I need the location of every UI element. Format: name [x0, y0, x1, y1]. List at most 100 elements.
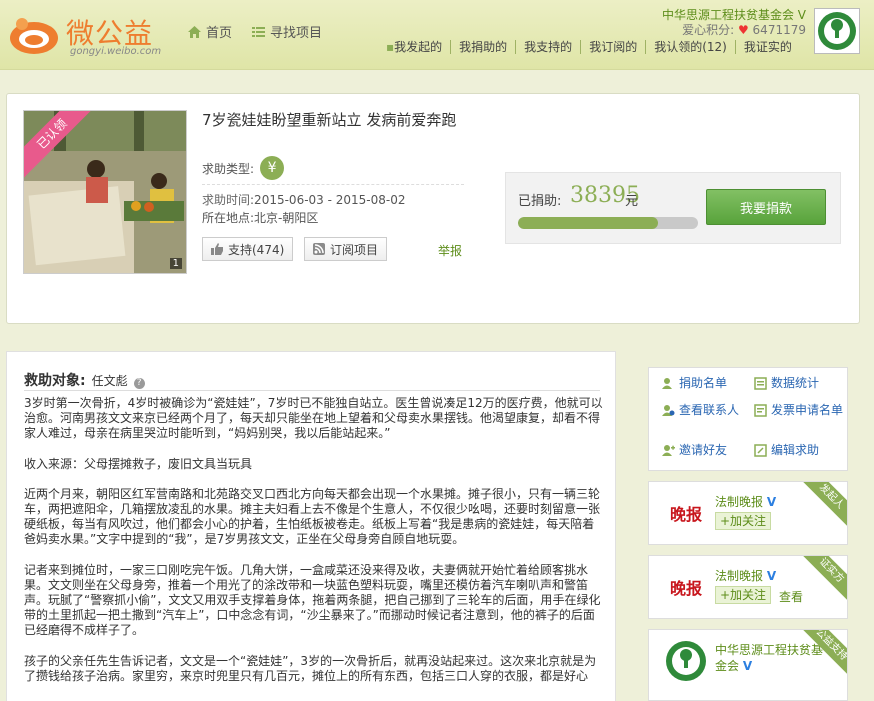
raised-unit: 元 [625, 194, 639, 209]
donate-button[interactable]: 我要捐款 [706, 189, 826, 225]
sidebar-item-label: 捐助名单 [679, 376, 728, 390]
heart-icon: ♥ [737, 23, 749, 37]
user-info: 中华思源工程扶贫基金会 V 爱心积分: ♥ 6471179 [662, 8, 806, 38]
contacts-icon [662, 404, 675, 417]
time-value: :2015-06-03 - 2015-08-02 [250, 193, 406, 207]
sidebar-item-edit[interactable]: 编辑求助 [754, 443, 819, 458]
subnav-claimed[interactable]: 我认领的(12) [645, 40, 735, 54]
article-body: 3岁时第一次骨折，4岁时被确诊为“瓷娃娃”，7岁时已不能独自站立。医生曾说凑足1… [24, 396, 604, 699]
org-name[interactable]: 法制晚报 V [715, 568, 776, 584]
newspaper-logo[interactable]: 晚报 [661, 492, 711, 534]
newspaper-logo-text: 晚报 [669, 505, 702, 524]
project-photo[interactable]: 已认领 1 [23, 110, 187, 274]
newspaper-logo[interactable]: 晚报 [661, 566, 711, 608]
follow-button[interactable]: +加关注 [715, 512, 772, 530]
project-type: 求助类型: ¥ [202, 156, 285, 180]
initiator-card: 晚报 法制晚报 V +加关注 发起人 [648, 481, 848, 545]
weibo-gongyi-logo[interactable]: 微公益 gongyi.weibo.com [8, 8, 173, 58]
sidebar-item-invite[interactable]: 邀请好友 [662, 443, 727, 458]
subnav-initiated-label: 我发起的 [394, 40, 443, 54]
subnav-subscribed[interactable]: 我订阅的 [580, 40, 645, 54]
sidebar-item-donor-list[interactable]: 捐助名单 [662, 376, 727, 391]
header: 微公益 gongyi.weibo.com 首页 寻找项目 中华思源工程扶贫基金会… [0, 0, 874, 70]
article-paragraph: 3岁时第一次骨折，4岁时被确诊为“瓷娃娃”，7岁时已不能独自站立。医生曾说凑足1… [24, 396, 603, 441]
type-label: 求助类型: [202, 161, 255, 176]
article-paragraph: 记者来到摊位时，一家三口刚吃完午饭。几角大饼，一盒咸菜还没来得及收，夫妻俩就开始… [24, 562, 601, 638]
sidebar-item-label: 数据统计 [771, 376, 820, 390]
yen-icon: ¥ [260, 156, 285, 180]
article-paragraph: 孩子的父亲任先生告诉记者，文文是一个“瓷娃娃”，3岁的一次骨折后，就再没站起来过… [24, 653, 597, 683]
article-paragraph: 近两个月来，朝阳区红军营南路和北苑路交叉口西北方向每天都会出现一个水果摊。摊子很… [24, 486, 601, 547]
sidebar-item-invoice[interactable]: 发票申请名单 [754, 403, 844, 418]
support-button[interactable]: 支持(474) [202, 237, 294, 261]
donation-box: 已捐助: 38395 元 我要捐款 [505, 172, 841, 244]
report-link[interactable]: 举报 [438, 242, 462, 259]
bullet-icon: ▪ [386, 40, 395, 54]
newspaper-logo-text: 晚报 [669, 579, 702, 598]
list-icon [252, 26, 266, 37]
target-label: 救助对象: [24, 373, 86, 389]
help-icon[interactable]: ? [133, 378, 145, 389]
sidebar-item-stats[interactable]: 数据统计 [754, 376, 819, 391]
sidebar-item-label: 查看联系人 [679, 403, 740, 417]
subnav-donated[interactable]: 我捐助的 [450, 40, 515, 54]
logo-subtitle: gongyi.weibo.com [70, 46, 162, 57]
nav-home-label: 首页 [206, 26, 233, 41]
user-points: 爱心积分: ♥ 6471179 [662, 23, 806, 38]
logo-mark-icon [10, 18, 58, 54]
sidebar-item-contacts[interactable]: 查看联系人 [662, 403, 739, 418]
verified-icon: V [742, 659, 753, 673]
donor-list-icon [662, 377, 675, 390]
avatar[interactable] [814, 8, 860, 54]
project-title: 7岁瓷娃娃盼望重新站立 发病前爱奔跑 [202, 111, 457, 129]
org-name[interactable]: 法制晚报 V [715, 494, 776, 510]
sidebar-item-label: 邀请好友 [679, 443, 728, 457]
sidebar-item-label: 发票申请名单 [771, 403, 844, 417]
article-paragraph: 收入来源：父母摆摊救子，废旧文具当玩具 [24, 456, 253, 471]
user-name[interactable]: 中华思源工程扶贫基金会 [662, 8, 794, 22]
rss-icon [313, 243, 325, 255]
location-value: :北京-朝阳区 [250, 211, 319, 225]
separator [24, 390, 600, 391]
nav-find-projects-label: 寻找项目 [270, 26, 323, 41]
subscribe-button[interactable]: 订阅项目 [304, 237, 388, 261]
role-badge: 证实方 [797, 556, 847, 605]
org-name-text: 中华思源工程扶贫基金会 [715, 643, 824, 673]
project-location: 所在地点:北京-朝阳区 [202, 209, 318, 226]
invite-icon [662, 444, 675, 457]
nav-find-projects[interactable]: 寻找项目 [252, 22, 322, 41]
home-icon [188, 25, 201, 38]
support-label: 支持(474) [228, 242, 285, 257]
sidebar-item-label: 编辑求助 [771, 443, 820, 457]
verifier-card: 晚报 法制晚报 V +加关注 查看 证实方 [648, 555, 848, 619]
org-name-text: 法制晚报 [715, 495, 764, 509]
raised-label: 已捐助: [518, 194, 562, 209]
verified-icon: V [797, 8, 806, 22]
donation-progress-fill [518, 217, 659, 229]
verified-icon: V [766, 569, 777, 583]
subnav-supported[interactable]: 我支持的 [515, 40, 580, 54]
donation-progress-bar [518, 217, 698, 229]
points-value: 6471179 [752, 23, 806, 37]
foundation-logo-icon [666, 641, 706, 681]
thumbs-up-icon [211, 243, 223, 255]
location-label: 所在地点 [202, 211, 251, 225]
view-link[interactable]: 查看 [779, 588, 803, 605]
aid-target: 救助对象: 任文彪 ? [24, 370, 145, 390]
org-name-text: 法制晚报 [715, 569, 764, 583]
edit-icon [754, 444, 767, 457]
time-label: 求助时间 [202, 193, 251, 207]
divider [202, 184, 464, 185]
foundation-logo[interactable] [661, 640, 711, 682]
top-nav: 首页 寻找项目 [188, 22, 322, 41]
invoice-icon [754, 404, 767, 417]
follow-button[interactable]: +加关注 [715, 586, 772, 604]
project-time: 求助时间:2015-06-03 - 2015-08-02 [202, 191, 406, 208]
target-name: 任文彪 [91, 374, 128, 388]
subnav-verified[interactable]: 我证实的 [734, 40, 800, 54]
role-badge: 发起人 [797, 482, 847, 531]
nav-home[interactable]: 首页 [188, 22, 232, 41]
org-name[interactable]: 中华思源工程扶贫基金会 V [715, 642, 825, 674]
points-label: 爱心积分: [682, 23, 735, 37]
subnav-initiated[interactable]: ▪我发起的 [386, 40, 450, 54]
